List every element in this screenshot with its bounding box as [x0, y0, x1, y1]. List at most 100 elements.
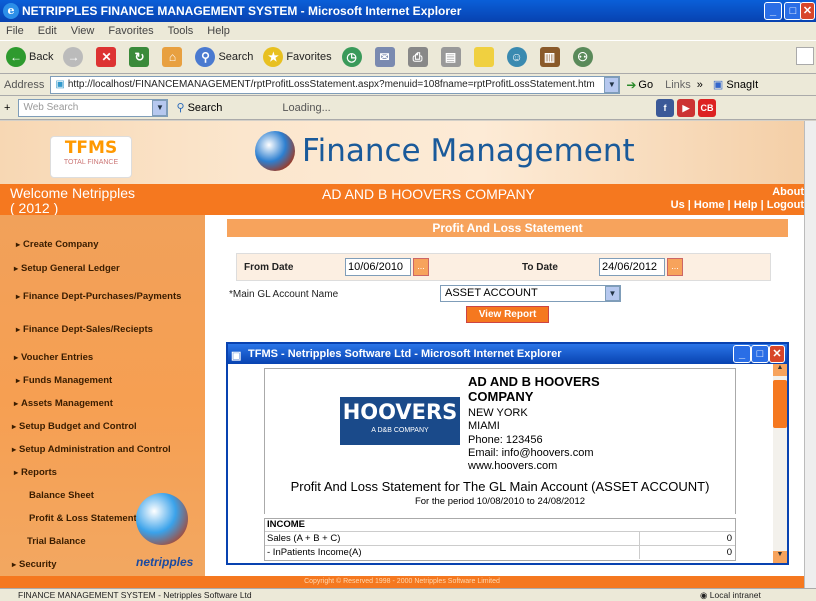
nav-funds-management[interactable]: Funds Management [16, 375, 112, 386]
report-title: Profit And Loss Statement for The GL Mai… [290, 479, 710, 494]
play-icon[interactable]: ▶ [677, 98, 695, 117]
menu-tools[interactable]: Tools [168, 25, 194, 37]
scroll-up-icon[interactable]: ▲ [773, 364, 787, 376]
add-icon[interactable]: + [4, 102, 10, 114]
logout-link[interactable]: Logout [767, 199, 804, 211]
window-title: NETRIPPLES FINANCE MANAGEMENT SYSTEM - M… [22, 4, 462, 18]
header-links: About Us | Home | Help | Logout [670, 186, 804, 211]
forward-button[interactable]: → [63, 47, 86, 67]
table-row: INCOME [265, 519, 735, 532]
gl-dropdown-icon[interactable]: ▼ [605, 286, 620, 301]
go-button[interactable]: ➔ Go [626, 78, 653, 92]
about-link[interactable]: About [671, 186, 804, 199]
to-date-label: To Date [522, 262, 558, 273]
notes-icon [473, 47, 494, 67]
nav-setup-general-ledger[interactable]: Setup General Ledger [14, 263, 120, 274]
nav-sales-reciepts[interactable]: Finance Dept-Sales/Reciepts [16, 324, 153, 335]
edit-icon: ▤ [440, 47, 461, 67]
menu-file[interactable]: File [6, 25, 24, 37]
gl-account-select[interactable]: ASSET ACCOUNT ▼ [440, 285, 621, 302]
cb-icon[interactable]: CB [698, 98, 716, 117]
address-label: Address [4, 78, 45, 91]
loading-text: Loading... [282, 101, 331, 114]
status-bar: FINANCE MANAGEMENT SYSTEM - Netripples S… [0, 588, 816, 601]
popup-scrollbar[interactable]: ▲ ▼ [773, 364, 787, 563]
help-link[interactable]: Help [734, 199, 758, 211]
us-link[interactable]: Us [671, 199, 685, 211]
menu-edit[interactable]: Edit [38, 25, 57, 37]
mail-button[interactable]: ✉ [374, 47, 398, 67]
welcome-text: Welcome Netripples ( 2012 ) [10, 185, 136, 216]
ie-icon: ▣ [231, 350, 242, 362]
search-dropdown-icon[interactable]: ▼ [152, 99, 168, 116]
to-date-picker-button[interactable]: ... [667, 258, 683, 276]
report-border-top [264, 368, 736, 369]
nav-setup-budget[interactable]: Setup Budget and Control [12, 421, 137, 432]
nav-security[interactable]: Security [12, 559, 57, 570]
minimize-button[interactable]: _ [764, 2, 782, 20]
table-row: Sales (A + B + C) 0 [265, 532, 735, 546]
menu-help[interactable]: Help [207, 25, 230, 37]
history-icon: ◷ [341, 47, 362, 67]
intranet-icon: ◉ [700, 590, 708, 600]
netripples-brand: netripples [136, 555, 194, 569]
print-button[interactable]: ⎙ [407, 47, 431, 67]
facebook-icon[interactable]: f [656, 98, 674, 117]
popup-maximize-button[interactable]: □ [751, 345, 769, 363]
nav-create-company[interactable]: Create Company [16, 239, 99, 250]
users-icon: ⚇ [572, 47, 593, 67]
messenger-button[interactable]: ☺ [506, 47, 530, 67]
nav-trial-balance[interactable]: Trial Balance [27, 536, 86, 547]
refresh-button[interactable]: ↻ [129, 47, 152, 67]
popup-titlebar: ▣ TFMS - Netripples Software Ltd - Micro… [228, 344, 787, 364]
netripples-globe-icon [136, 493, 188, 545]
users-button[interactable]: ⚇ [572, 47, 596, 67]
history-button[interactable]: ◷ [341, 47, 365, 67]
snagit-icon: ▣ [712, 79, 724, 91]
scroll-down-icon[interactable]: ▼ [773, 551, 787, 563]
address-dropdown-icon[interactable]: ▼ [604, 76, 620, 93]
popup-minimize-button[interactable]: _ [733, 345, 751, 363]
from-date-label: From Date [244, 262, 294, 273]
popup-close-button[interactable]: ✕ [769, 345, 785, 363]
home-button[interactable]: ⌂ [162, 47, 185, 67]
windows-flag-icon [796, 47, 814, 65]
menu-view[interactable]: View [71, 25, 95, 37]
notes-button[interactable] [473, 47, 497, 67]
nav-profit-loss[interactable]: Profit & Loss Statement [29, 513, 137, 524]
browser-scrollbar[interactable] [804, 121, 816, 588]
popup-company: AD AND B HOOVERS COMPANY [468, 374, 600, 404]
report-popup-window: ▣ TFMS - Netripples Software Ltd - Micro… [226, 342, 789, 565]
web-search-input[interactable]: Web Search ▼ [18, 98, 169, 117]
nav-balance-sheet[interactable]: Balance Sheet [29, 490, 94, 501]
home-link[interactable]: Home [694, 199, 725, 211]
chevron-icon[interactable]: » [697, 79, 703, 91]
favorites-button[interactable]: ★ Favorites [263, 47, 332, 67]
scroll-thumb[interactable] [773, 380, 787, 428]
research-button[interactable]: ▥ [539, 47, 563, 67]
search-button[interactable]: ⚲ Search [195, 47, 253, 67]
snagit-button[interactable]: ▣ SnagIt [713, 78, 758, 91]
nav-reports[interactable]: Reports [14, 467, 57, 478]
window-titlebar: e NETRIPPLES FINANCE MANAGEMENT SYSTEM -… [0, 0, 816, 22]
from-date-input[interactable]: 10/06/2010 [345, 258, 411, 276]
back-button[interactable]: ← Back [6, 47, 53, 67]
forward-arrow-icon: → [63, 47, 84, 67]
nav-setup-admin[interactable]: Setup Administration and Control [12, 444, 171, 455]
to-date-input[interactable]: 24/06/2012 [599, 258, 665, 276]
hoovers-logo: HOOVERS A D&B COMPANY [340, 397, 460, 445]
zone-label: ◉ Local intranet [700, 590, 761, 600]
stop-button[interactable]: ✕ [96, 47, 119, 67]
from-date-picker-button[interactable]: ... [413, 258, 429, 276]
links-button[interactable]: Links [665, 79, 691, 91]
search-toolbar-button[interactable]: ⚲ Search [176, 101, 222, 114]
menu-bar: File Edit View Favorites Tools Help [0, 22, 816, 40]
edit-button[interactable]: ▤ [440, 47, 464, 67]
nav-voucher-entries[interactable]: Voucher Entries [14, 352, 93, 363]
address-input[interactable]: ▣ http://localhost/FINANCEMANAGEMENT/rpt… [50, 75, 621, 94]
nav-purchases-payments[interactable]: Finance Dept-Purchases/Payments [16, 291, 181, 302]
close-button[interactable]: ✕ [800, 2, 815, 20]
view-report-button[interactable]: View Report [466, 306, 549, 323]
menu-favorites[interactable]: Favorites [108, 25, 153, 37]
nav-assets-management[interactable]: Assets Management [14, 398, 113, 409]
